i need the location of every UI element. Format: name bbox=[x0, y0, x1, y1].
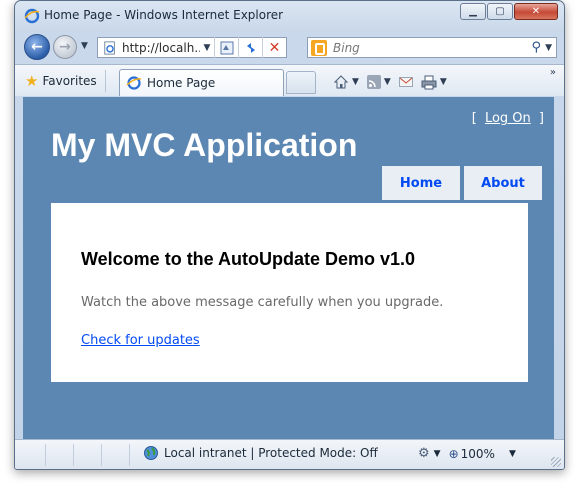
more-commands-icon[interactable]: » bbox=[550, 67, 556, 78]
compat-view-button[interactable] bbox=[214, 37, 238, 58]
favorites-bar: ★ Favorites Home Page ▼ ▼ ▼ » bbox=[15, 64, 564, 96]
chevron-down-icon[interactable]: ▼ bbox=[434, 449, 441, 459]
main-menu: Home About bbox=[378, 166, 542, 200]
search-box[interactable]: Bing ⚲ ▼ bbox=[307, 37, 557, 58]
zoom-level[interactable]: 100% bbox=[461, 447, 495, 461]
ie-page-icon bbox=[24, 8, 40, 24]
search-icon[interactable]: ⚲ bbox=[532, 40, 542, 55]
mail-icon bbox=[398, 77, 413, 87]
upgrade-message: Watch the above message carefully when y… bbox=[81, 295, 444, 310]
window-controls: ▁ ▢ ✕ bbox=[459, 3, 558, 20]
chevron-down-icon[interactable]: ▼ bbox=[384, 77, 391, 87]
status-right: ⚙ ▼ ⊕ 100% ▼ bbox=[418, 446, 524, 461]
resize-grip[interactable] bbox=[551, 457, 561, 467]
refresh-icon bbox=[246, 42, 255, 53]
refresh-button[interactable] bbox=[238, 37, 262, 58]
new-tab-button[interactable] bbox=[286, 71, 316, 94]
back-arrow-icon: ← bbox=[31, 39, 43, 55]
status-divider bbox=[129, 444, 130, 466]
globe-icon bbox=[144, 446, 158, 460]
ie-page-icon bbox=[104, 40, 115, 55]
favorites-label: Favorites bbox=[42, 74, 97, 88]
login-bracket-close: ] bbox=[538, 111, 544, 126]
status-divider bbox=[101, 444, 102, 466]
address-dropdown[interactable]: ▼ bbox=[200, 43, 214, 53]
menu-item-about[interactable]: About bbox=[464, 166, 542, 200]
menu-item-home[interactable]: Home bbox=[382, 166, 460, 200]
status-bar: Local intranet | Protected Mode: Off ⚙ ▼… bbox=[15, 439, 564, 469]
minimize-icon: ▁ bbox=[469, 6, 477, 17]
favorites-button[interactable]: ★ Favorites bbox=[25, 70, 106, 92]
tab-label: Home Page bbox=[147, 76, 216, 90]
forward-button[interactable]: → bbox=[53, 35, 77, 59]
page-title: My MVC Application bbox=[51, 127, 358, 163]
page-content: [ Log On ] My MVC Application Home About… bbox=[23, 97, 554, 439]
recent-pages-dropdown[interactable]: ▼ bbox=[81, 41, 88, 51]
stop-button[interactable]: ✕ bbox=[262, 37, 286, 58]
login-display: [ Log On ] bbox=[472, 111, 544, 126]
maximize-button[interactable]: ▢ bbox=[487, 3, 513, 20]
title-bar[interactable]: Home Page - Windows Internet Explorer ▁ … bbox=[15, 1, 564, 31]
search-options-dropdown[interactable]: ▼ bbox=[545, 43, 552, 53]
login-bracket-open: [ bbox=[471, 111, 477, 126]
window-title: Home Page - Windows Internet Explorer bbox=[44, 8, 284, 22]
main-panel: Welcome to the AutoUpdate Demo v1.0 Watc… bbox=[51, 203, 528, 382]
print-button[interactable]: ▼ bbox=[421, 75, 447, 90]
tab-home-page[interactable]: Home Page bbox=[119, 69, 284, 96]
zoom-dropdown[interactable]: ▼ bbox=[509, 449, 516, 459]
command-bar: ▼ ▼ ▼ bbox=[333, 71, 455, 93]
minimize-button[interactable]: ▁ bbox=[460, 3, 486, 20]
security-zone[interactable]: Local intranet | Protected Mode: Off bbox=[143, 445, 378, 461]
address-bar[interactable]: http://localh... ▼ ✕ bbox=[97, 37, 287, 58]
close-icon: ✕ bbox=[531, 6, 541, 17]
close-button[interactable]: ✕ bbox=[514, 3, 558, 20]
maximize-icon: ▢ bbox=[495, 6, 505, 17]
status-divider bbox=[45, 444, 46, 466]
chevron-down-icon[interactable]: ▼ bbox=[352, 77, 359, 87]
check-updates-link[interactable]: Check for updates bbox=[81, 333, 200, 348]
home-icon bbox=[333, 75, 349, 89]
star-icon: ★ bbox=[25, 72, 39, 90]
rss-icon bbox=[366, 75, 381, 89]
back-button[interactable]: ← bbox=[24, 34, 50, 60]
stop-icon: ✕ bbox=[268, 39, 281, 56]
zone-text: Local intranet | Protected Mode: Off bbox=[164, 446, 378, 460]
browser-window: Home Page - Windows Internet Explorer ▁ … bbox=[14, 0, 565, 470]
address-row: ← → ▼ http://localh... ▼ ✕ Bing ⚲ ▼ bbox=[15, 31, 564, 64]
bing-icon bbox=[311, 39, 327, 56]
forward-arrow-icon: → bbox=[59, 39, 71, 55]
status-divider bbox=[73, 444, 74, 466]
welcome-heading: Welcome to the AutoUpdate Demo v1.0 bbox=[81, 249, 416, 269]
feeds-button[interactable]: ▼ bbox=[366, 75, 391, 89]
log-on-link[interactable]: Log On bbox=[481, 111, 535, 126]
address-input[interactable]: http://localh... bbox=[122, 41, 200, 55]
ie-page-icon bbox=[126, 76, 142, 90]
home-button[interactable]: ▼ bbox=[333, 74, 359, 90]
compat-view-icon bbox=[220, 41, 233, 54]
read-mail-button[interactable] bbox=[398, 76, 413, 88]
zoom-icon: ⊕ bbox=[448, 446, 459, 461]
chevron-down-icon[interactable]: ▼ bbox=[440, 77, 447, 87]
print-icon bbox=[421, 75, 437, 89]
search-input[interactable]: Bing bbox=[333, 41, 532, 55]
security-icon[interactable]: ⚙ bbox=[418, 446, 430, 461]
